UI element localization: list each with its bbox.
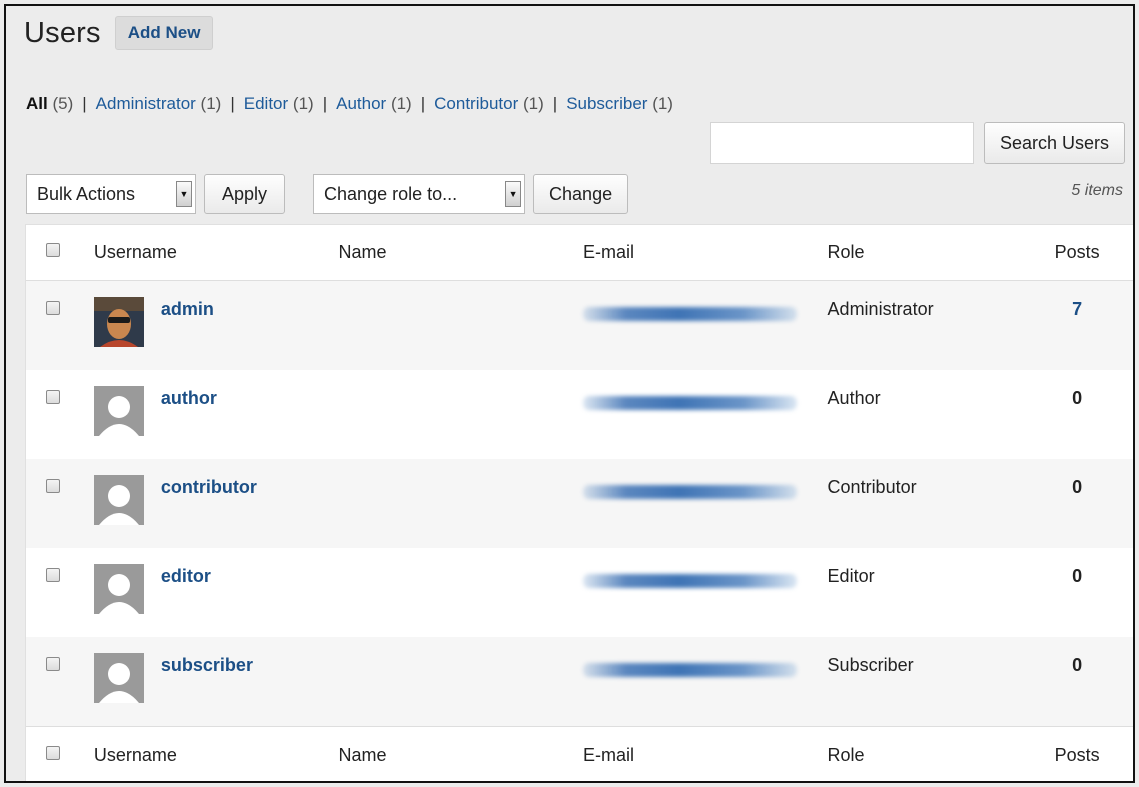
filter-label: Administrator xyxy=(95,94,196,113)
filter-contributor[interactable]: Contributor (1) xyxy=(434,94,544,113)
username-link[interactable]: contributor xyxy=(161,477,257,498)
filter-separator: | xyxy=(420,94,426,113)
change-role-button[interactable]: Change xyxy=(533,174,629,214)
page-title: Users xyxy=(24,16,101,49)
filter-label: Author xyxy=(336,94,387,113)
bulk-actions-value: Bulk Actions xyxy=(37,183,136,204)
filter-editor[interactable]: Editor (1) xyxy=(244,94,314,113)
username-link[interactable]: author xyxy=(161,388,217,409)
change-role-select[interactable]: Change role to... ▼ xyxy=(313,174,526,214)
table-row: author Author 0 xyxy=(26,370,1133,459)
filter-subscriber[interactable]: Subscriber (1) xyxy=(566,94,673,113)
column-header-role: Role xyxy=(827,242,865,262)
filter-separator: | xyxy=(552,94,558,113)
change-role-value: Change role to... xyxy=(324,183,458,204)
username-link[interactable]: subscriber xyxy=(161,655,253,676)
username-link[interactable]: admin xyxy=(161,299,214,320)
posts-count: 0 xyxy=(1072,477,1083,497)
column-footer-email[interactable]: E-mail xyxy=(583,745,828,766)
filter-label: Subscriber xyxy=(566,94,648,113)
add-new-button[interactable]: Add New xyxy=(114,16,214,50)
posts-count-link[interactable]: 7 xyxy=(1072,299,1082,319)
select-all-checkbox-footer[interactable] xyxy=(46,746,60,760)
column-footer-username[interactable]: Username xyxy=(94,745,339,766)
filter-separator: | xyxy=(230,94,235,113)
default-avatar-icon xyxy=(93,386,144,436)
filter-label: All xyxy=(26,94,48,113)
column-header-name[interactable]: Name xyxy=(338,242,583,263)
select-all-checkbox[interactable] xyxy=(46,243,60,257)
role-filters: All (5) | Administrator (1) | Editor (1) | Aut… xyxy=(26,94,673,114)
filter-author[interactable]: Author (1) xyxy=(336,94,412,113)
dropdown-arrow-icon: ▼ xyxy=(176,181,192,207)
filter-all[interactable]: All (5) xyxy=(26,94,73,113)
filter-label: Editor xyxy=(243,94,289,113)
page-header: Users Add New xyxy=(24,16,214,50)
posts-count: 0 xyxy=(1072,566,1083,586)
email-link-redacted[interactable] xyxy=(583,307,797,321)
filter-count: (5) xyxy=(52,94,74,113)
table-row: editor Editor 0 xyxy=(26,548,1133,637)
column-header-posts: Posts xyxy=(1054,242,1100,262)
filter-separator: | xyxy=(82,94,87,113)
row-checkbox[interactable] xyxy=(46,390,60,404)
column-footer-posts: Posts xyxy=(1054,745,1100,765)
filter-count: (1) xyxy=(292,94,314,113)
email-link-redacted[interactable] xyxy=(583,396,797,410)
users-screen: Users Add New All (5) | Administrator (1) |… xyxy=(4,4,1135,783)
username-link[interactable]: editor xyxy=(161,566,211,587)
filter-count: (1) xyxy=(522,94,544,113)
role-cell: Editor xyxy=(827,566,875,586)
posts-count: 0 xyxy=(1072,388,1083,408)
email-link-redacted[interactable] xyxy=(583,663,797,677)
row-checkbox[interactable] xyxy=(46,301,60,315)
search-input[interactable] xyxy=(709,122,974,164)
role-cell: Subscriber xyxy=(827,655,914,675)
table-row: admin Administrator 7 xyxy=(26,281,1133,370)
apply-button[interactable]: Apply xyxy=(204,174,286,214)
role-cell: Contributor xyxy=(827,477,917,497)
table-row: contributor Contributor 0 xyxy=(26,459,1133,548)
search-users-button[interactable]: Search Users xyxy=(983,122,1125,164)
table-row: subscriber Subscriber 0 xyxy=(26,637,1133,726)
row-checkbox[interactable] xyxy=(46,479,60,493)
dropdown-arrow-icon: ▼ xyxy=(505,181,522,207)
email-link-redacted[interactable] xyxy=(583,485,797,499)
posts-count: 0 xyxy=(1072,655,1083,675)
avatar xyxy=(93,297,144,347)
table-footer-row: Username Name E-mail Role Posts xyxy=(26,726,1133,781)
filter-count: (1) xyxy=(200,94,222,113)
filter-label: Contributor xyxy=(434,94,519,113)
table-header-row: Username Name E-mail Role Posts xyxy=(26,225,1133,281)
row-checkbox[interactable] xyxy=(46,657,60,671)
email-link-redacted[interactable] xyxy=(583,574,797,588)
bulk-actions-select[interactable]: Bulk Actions ▼ xyxy=(26,174,196,214)
role-cell: Author xyxy=(827,388,881,408)
role-cell: Administrator xyxy=(827,299,934,319)
default-avatar-icon xyxy=(93,653,144,703)
filter-count: (1) xyxy=(652,94,673,113)
row-checkbox[interactable] xyxy=(46,568,60,582)
tablenav: Bulk Actions ▼ Apply Change role to... ▼… xyxy=(26,174,629,214)
filter-separator: | xyxy=(322,94,328,113)
search-box: Search Users xyxy=(709,122,1125,164)
default-avatar-icon xyxy=(93,564,144,614)
filter-administrator[interactable]: Administrator (1) xyxy=(96,94,222,113)
column-footer-role: Role xyxy=(827,745,865,765)
column-header-email[interactable]: E-mail xyxy=(583,242,828,263)
column-header-username[interactable]: Username xyxy=(94,242,339,263)
items-count: 5 items xyxy=(1071,182,1123,199)
filter-count: (1) xyxy=(390,94,412,113)
users-table: Username Name E-mail Role Posts admin Ad… xyxy=(25,224,1133,781)
default-avatar-icon xyxy=(93,475,144,525)
column-footer-name[interactable]: Name xyxy=(338,745,583,766)
